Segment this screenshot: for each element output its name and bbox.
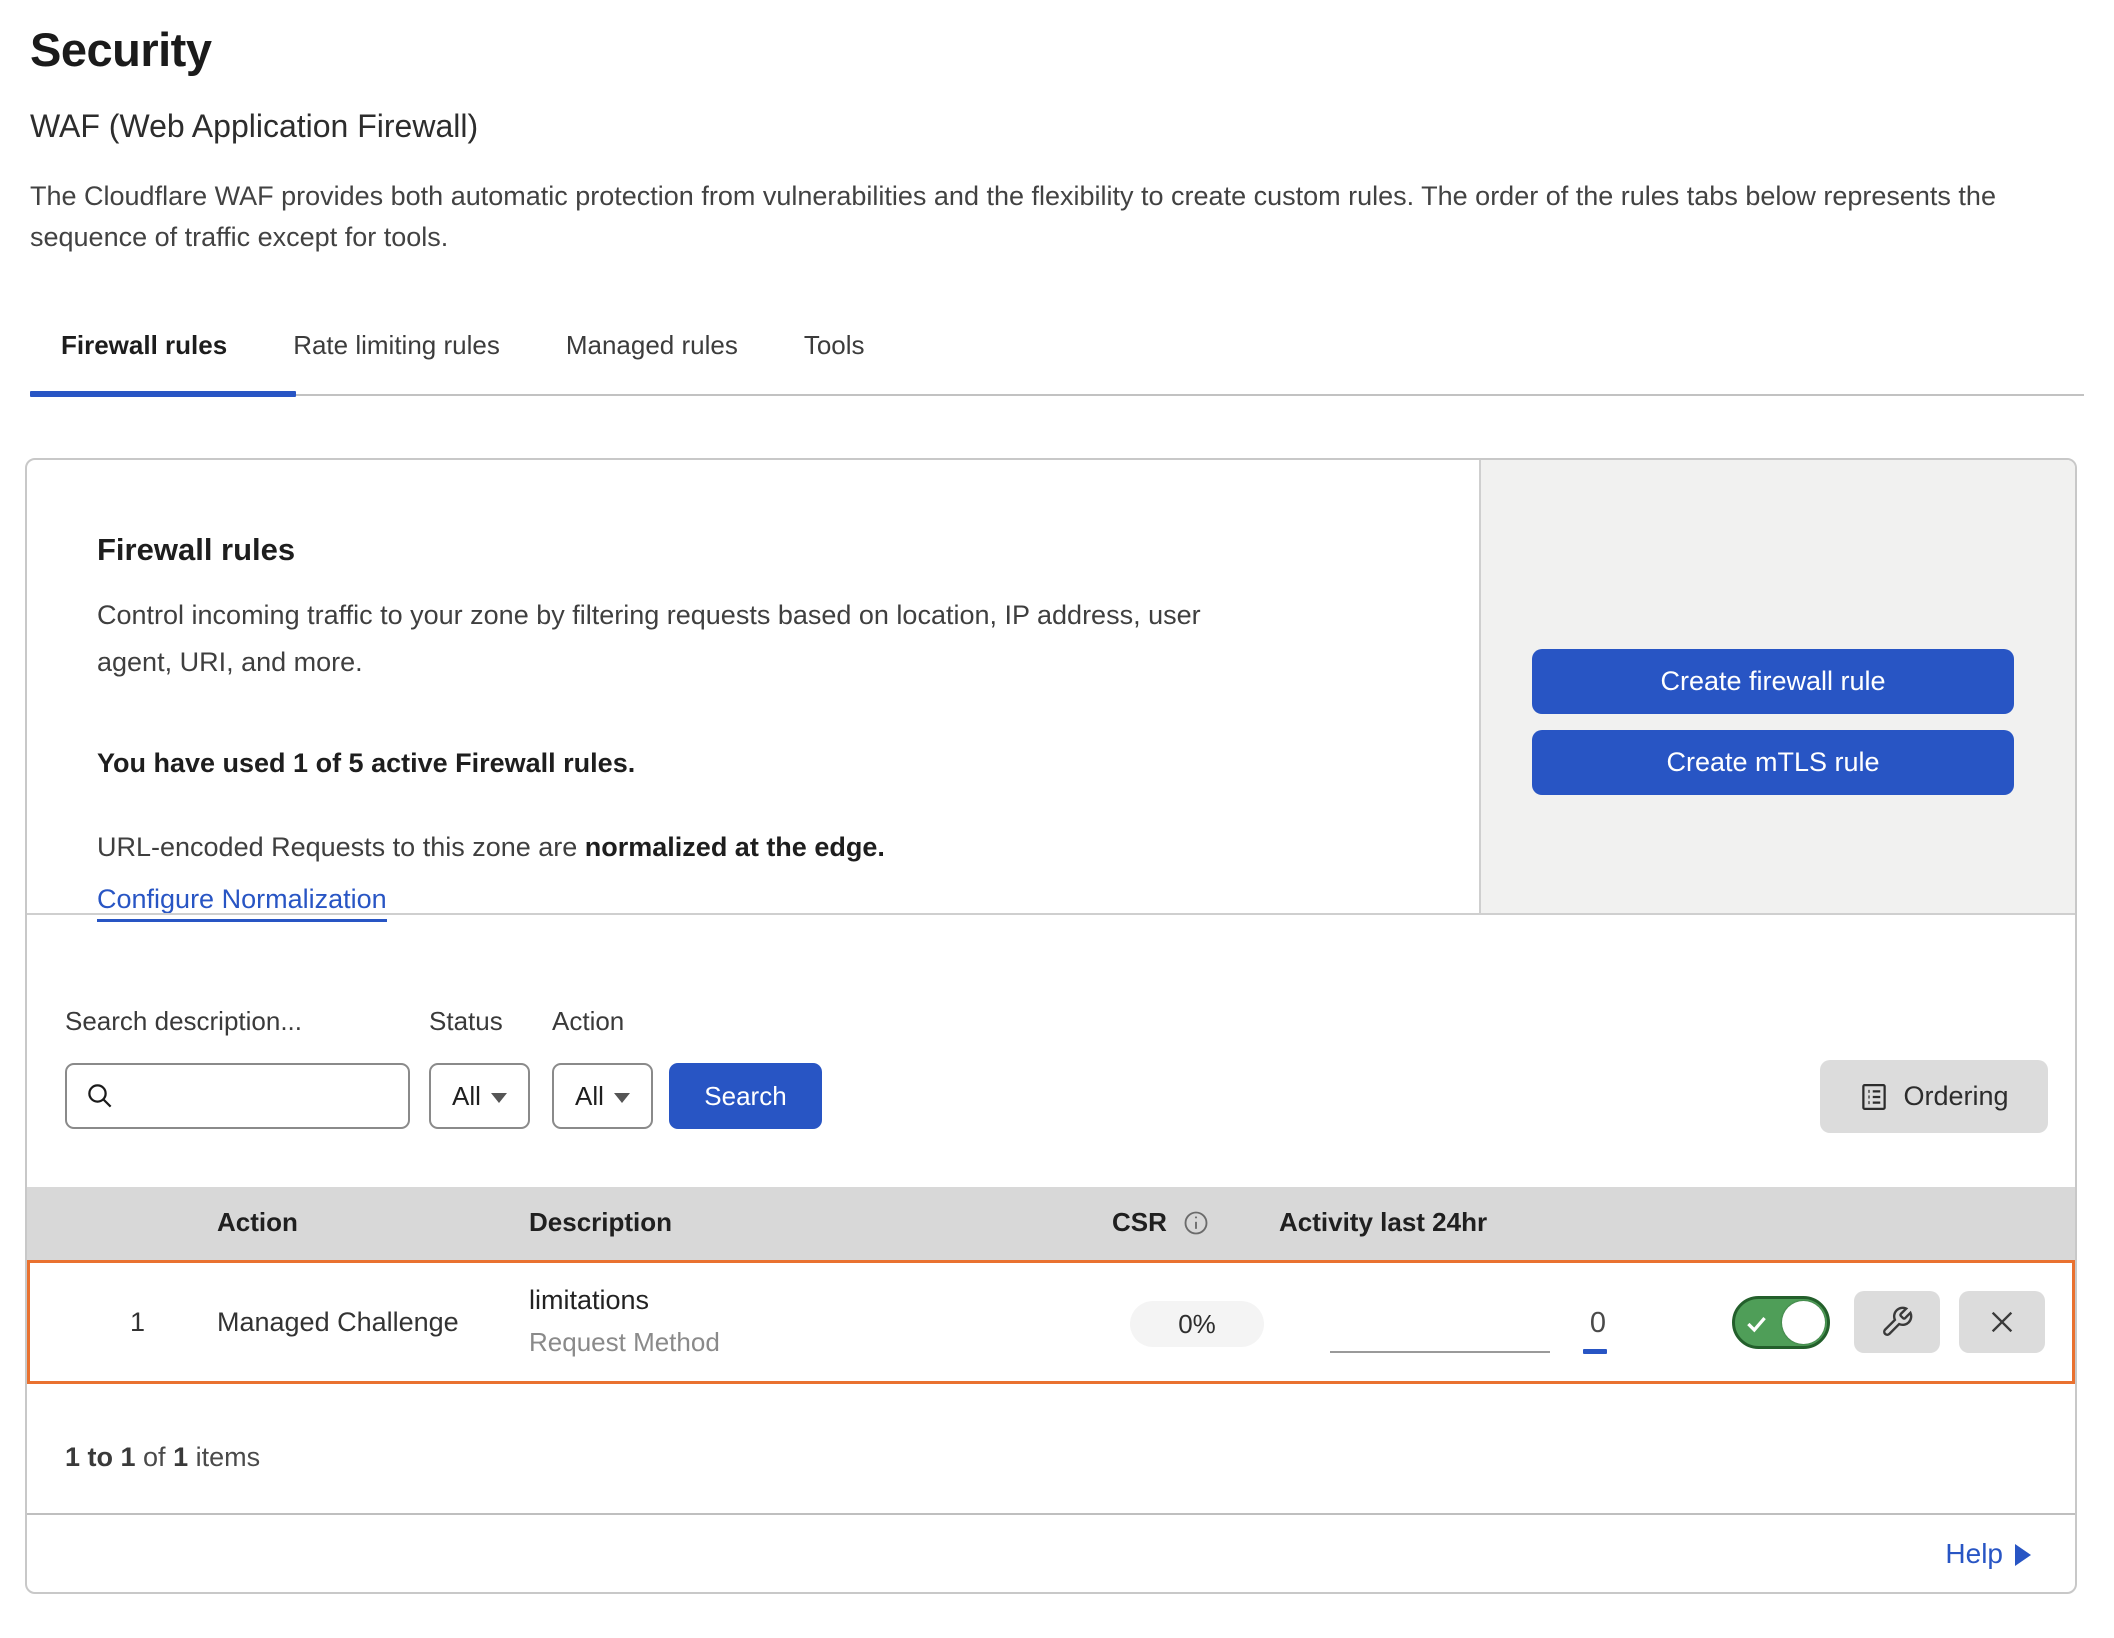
action-filter-select[interactable]: All [552, 1063, 653, 1129]
pagination-total: 1 [173, 1442, 188, 1472]
status-filter-select[interactable]: All [429, 1063, 530, 1129]
footer-divider [27, 1513, 2075, 1515]
firewall-rule-row[interactable]: 1 Managed Challenge limitations Request … [27, 1260, 2075, 1384]
page-description: The Cloudflare WAF provides both automat… [30, 176, 2084, 258]
activity-count-underline [1583, 1349, 1607, 1354]
card-section-divider [27, 913, 2075, 915]
column-header-activity: Activity last 24hr [1279, 1207, 1487, 1238]
pagination-range: 1 to 1 [65, 1442, 136, 1472]
create-mtls-rule-button[interactable]: Create mTLS rule [1532, 730, 2014, 795]
toggle-knob [1782, 1301, 1825, 1344]
configure-normalization-link[interactable]: Configure Normalization [97, 884, 387, 922]
tab-managed-rules[interactable]: Managed rules [533, 330, 771, 361]
pagination-summary: 1 to 1 of 1 items [65, 1442, 260, 1473]
status-filter-value: All [452, 1081, 481, 1112]
usage-text: You have used 1 of 5 active Firewall rul… [97, 748, 635, 779]
rule-order-number: 1 [130, 1307, 145, 1338]
search-icon [85, 1081, 115, 1111]
search-input-wrapper [65, 1063, 410, 1129]
normalization-text: URL-encoded Requests to this zone are no… [97, 832, 885, 863]
rule-enabled-toggle[interactable] [1732, 1296, 1830, 1349]
firewall-rules-card: Firewall rules Control incoming traffic … [25, 458, 2077, 1594]
pagination-items: items [188, 1442, 260, 1472]
pagination-of: of [136, 1442, 174, 1472]
toggle-check-icon [1744, 1311, 1770, 1337]
search-description-label: Search description... [65, 1006, 302, 1037]
csr-badge: 0% [1130, 1301, 1264, 1347]
page-title: Security [30, 22, 211, 77]
tab-firewall-rules[interactable]: Firewall rules [29, 330, 260, 361]
page-subtitle: WAF (Web Application Firewall) [30, 108, 478, 145]
tab-bar: Firewall rules Rate limiting rules Manag… [29, 330, 898, 361]
search-input[interactable] [127, 1081, 401, 1112]
search-button[interactable]: Search [669, 1063, 822, 1129]
help-arrow-icon [2015, 1544, 2031, 1566]
help-label: Help [1945, 1538, 2003, 1570]
activity-sparkline [1330, 1351, 1550, 1353]
action-label: Action [552, 1006, 624, 1037]
tab-tools[interactable]: Tools [771, 330, 898, 361]
status-label: Status [429, 1006, 503, 1037]
help-link[interactable]: Help [1945, 1538, 2031, 1570]
normalization-text-normal: URL-encoded Requests to this zone are [97, 832, 585, 862]
card-description: Control incoming traffic to your zone by… [97, 592, 1207, 686]
rule-description: limitations [529, 1285, 649, 1316]
waf-security-page: Security WAF (Web Application Firewall) … [0, 0, 2114, 1638]
normalization-text-bold: normalized at the edge. [585, 832, 885, 862]
column-header-action: Action [217, 1207, 298, 1238]
rule-expression: Request Method [529, 1327, 720, 1358]
chevron-down-icon [491, 1093, 507, 1103]
edit-rule-button[interactable] [1854, 1291, 1940, 1353]
tab-bar-divider [30, 394, 2084, 396]
column-header-description: Description [529, 1207, 672, 1238]
action-filter-value: All [575, 1081, 604, 1112]
close-icon [1986, 1306, 2018, 1338]
rule-action-value: Managed Challenge [217, 1307, 459, 1338]
ordering-list-icon [1859, 1082, 1889, 1112]
table-header: Action Description CSR Activity last 24h… [27, 1187, 2075, 1260]
card-heading: Firewall rules [97, 532, 295, 568]
create-firewall-rule-button[interactable]: Create firewall rule [1532, 649, 2014, 714]
ordering-button-label: Ordering [1903, 1081, 2008, 1112]
active-tab-indicator [30, 391, 296, 397]
delete-rule-button[interactable] [1959, 1291, 2045, 1353]
column-header-csr: CSR [1112, 1207, 1167, 1238]
tab-rate-limiting-rules[interactable]: Rate limiting rules [260, 330, 533, 361]
chevron-down-icon [614, 1093, 630, 1103]
wrench-icon [1880, 1305, 1914, 1339]
csr-info-icon[interactable] [1182, 1209, 1210, 1242]
ordering-button[interactable]: Ordering [1820, 1060, 2048, 1133]
activity-count-link[interactable]: 0 [1578, 1307, 1618, 1340]
